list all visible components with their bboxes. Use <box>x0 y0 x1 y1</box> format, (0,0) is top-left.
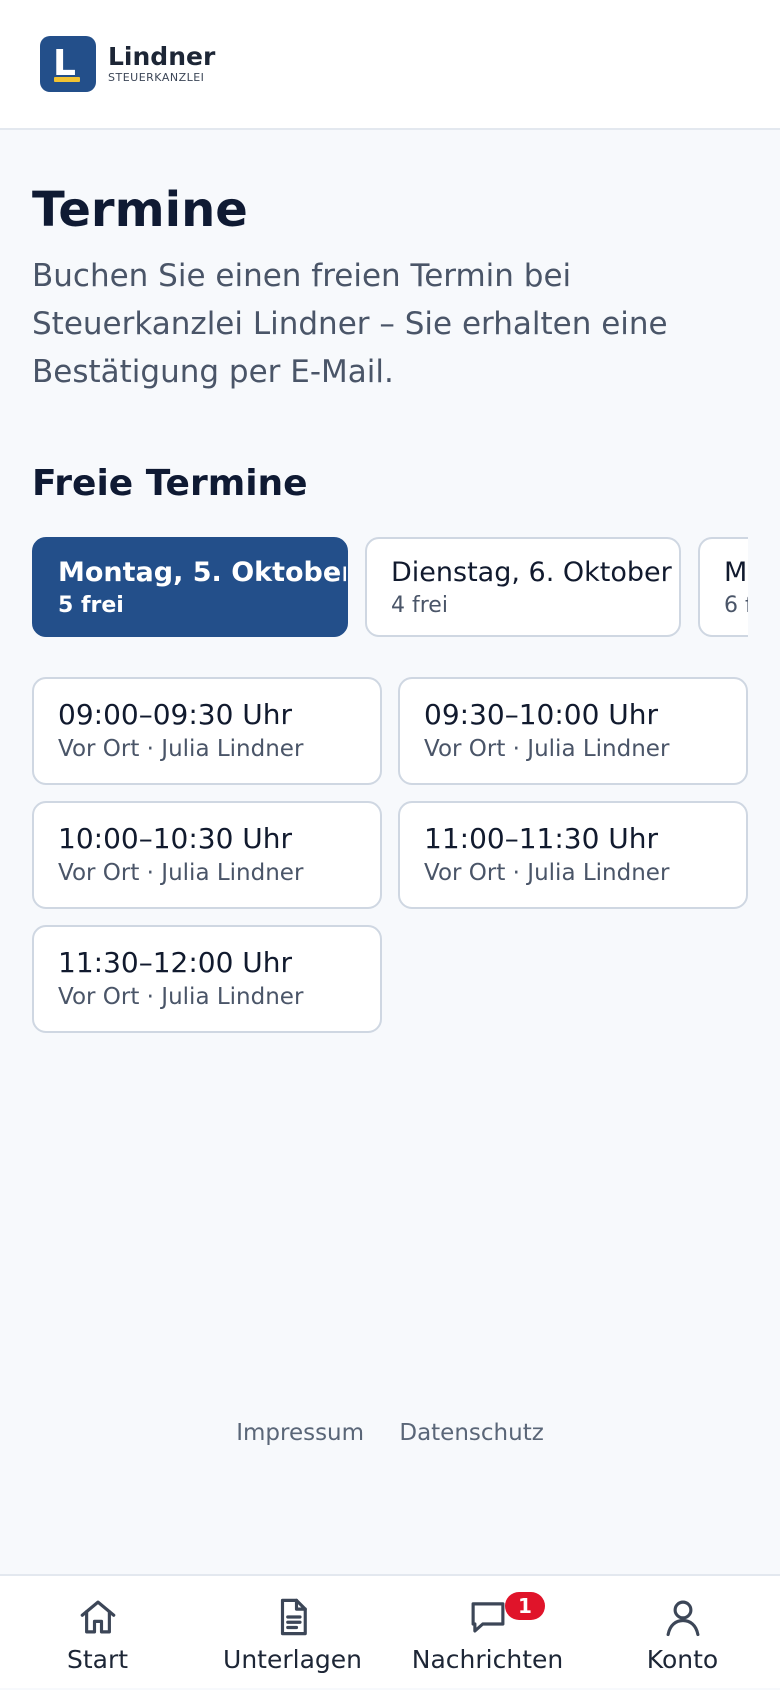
app-header: L Lindner STEUERKANZLEI <box>0 0 780 130</box>
time-slot-1000[interactable]: 10:00–10:30 Uhr Vor Ort · Julia Lindner <box>32 801 382 909</box>
brand-subtitle: STEUERKANZLEI <box>108 71 205 84</box>
bottom-nav: Start Unterlagen 1 Nachrichten Konto <box>0 1574 780 1688</box>
nav-label: Konto <box>646 1645 719 1674</box>
datenschutz-link[interactable]: Datenschutz <box>399 1420 543 1446</box>
day-label: Mittwoch, 7. Oktober <box>724 557 748 588</box>
logo-bar <box>54 77 80 82</box>
slot-meta: Vor Ort · Julia Lindner <box>424 736 670 762</box>
day-label: Montag, 5. Oktober <box>58 557 348 588</box>
section-title: Freie Termine <box>32 463 308 504</box>
day-count: 4 frei <box>391 593 448 618</box>
impressum-link[interactable]: Impressum <box>236 1420 364 1446</box>
day-chip-wednesday[interactable]: Mittwoch, 7. Oktober 6 frei <box>698 537 748 637</box>
nav-item-start[interactable]: Start <box>0 1576 195 1690</box>
slot-time: 10:00–10:30 Uhr <box>58 822 293 855</box>
slot-meta: Vor Ort · Julia Lindner <box>58 984 304 1010</box>
nav-item-nachrichten[interactable]: 1 Nachrichten <box>390 1576 585 1690</box>
day-count: 6 frei <box>724 593 748 618</box>
day-label: Dienstag, 6. Oktober <box>391 557 672 588</box>
user-icon <box>666 1600 700 1637</box>
slot-time: 09:00–09:30 Uhr <box>58 698 293 731</box>
time-slot-1130[interactable]: 11:30–12:00 Uhr Vor Ort · Julia Lindner <box>32 925 382 1033</box>
nav-label: Start <box>66 1645 129 1674</box>
footer-links: Impressum Datenschutz <box>0 1420 780 1446</box>
day-chip-tuesday[interactable]: Dienstag, 6. Oktober 4 frei <box>365 537 681 637</box>
nav-label: Unterlagen <box>223 1645 362 1674</box>
nav-item-unterlagen[interactable]: Unterlagen <box>195 1576 390 1690</box>
brand-name: Lindner <box>108 42 216 71</box>
slot-time: 11:00–11:30 Uhr <box>424 822 659 855</box>
page-title: Termine <box>32 182 248 238</box>
logo-mark-icon: L <box>40 36 96 92</box>
slot-meta: Vor Ort · Julia Lindner <box>58 860 304 886</box>
document-icon <box>280 1598 307 1636</box>
day-selector[interactable]: Montag, 5. Oktober 5 frei Dienstag, 6. O… <box>32 537 748 639</box>
time-slot-0930[interactable]: 09:30–10:00 Uhr Vor Ort · Julia Lindner <box>398 677 748 785</box>
slot-time: 11:30–12:00 Uhr <box>58 946 293 979</box>
day-chip-monday[interactable]: Montag, 5. Oktober 5 frei <box>32 537 348 637</box>
slot-time: 09:30–10:00 Uhr <box>424 698 659 731</box>
slot-meta: Vor Ort · Julia Lindner <box>424 860 670 886</box>
brand-logo[interactable]: L Lindner STEUERKANZLEI <box>40 36 215 92</box>
home-icon <box>80 1600 116 1634</box>
page-intro: Buchen Sie einen freien Termin bei Steue… <box>32 258 668 390</box>
day-count: 5 frei <box>58 593 124 618</box>
chat-icon <box>471 1602 505 1633</box>
nav-label: Nachrichten <box>411 1645 564 1674</box>
nav-item-konto[interactable]: Konto <box>585 1576 780 1690</box>
time-slot-0900[interactable]: 09:00–09:30 Uhr Vor Ort · Julia Lindner <box>32 677 382 785</box>
unread-badge: 1 <box>505 1592 545 1620</box>
slot-meta: Vor Ort · Julia Lindner <box>58 736 304 762</box>
time-slot-1100[interactable]: 11:00–11:30 Uhr Vor Ort · Julia Lindner <box>398 801 748 909</box>
logo-text: Lindner STEUERKANZLEI <box>108 43 215 85</box>
